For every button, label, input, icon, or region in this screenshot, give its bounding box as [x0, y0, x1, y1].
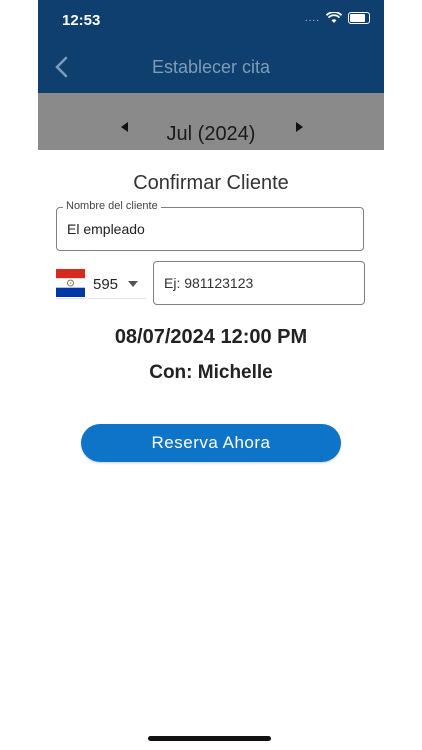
- page-title: Establecer cita: [151, 57, 271, 77]
- country-code-picker[interactable]: 595: [56, 262, 146, 299]
- month-label: Jul (2024): [166, 123, 256, 145]
- wifi-icon: [326, 12, 342, 23]
- caret-down-icon: [128, 281, 138, 287]
- battery-icon: [348, 12, 370, 24]
- paraguay-flag-icon: [56, 269, 85, 297]
- phone-placeholder: Ej: 981123123: [164, 275, 254, 291]
- appointment-datetime: 08/07/2024 12:00 PM: [114, 326, 308, 348]
- status-time: 12:53: [62, 12, 101, 29]
- header-bar: 12:53 .... Establecer cita: [38, 0, 384, 93]
- calendar-month-bar: Jul (2024): [38, 93, 384, 150]
- reserve-button[interactable]: Reserva Ahora: [81, 424, 341, 462]
- status-icons: ....: [305, 12, 370, 24]
- home-indicator: [148, 736, 271, 741]
- phone-input[interactable]: Ej: 981123123: [153, 261, 365, 305]
- status-bar: 12:53 ....: [38, 0, 384, 40]
- sheet-title: Confirmar Cliente: [133, 172, 289, 194]
- client-name-value: El empleado: [67, 221, 145, 237]
- appointment-staff: Con: Michelle: [149, 362, 273, 383]
- signal-dots: ....: [304, 12, 320, 24]
- client-name-field[interactable]: Nombre del cliente El empleado: [56, 200, 364, 251]
- app-screen: 12:53 .... Establecer cita Jul (2024) Co…: [38, 0, 384, 750]
- triangle-right-icon[interactable]: [292, 119, 306, 135]
- confirm-client-sheet: Confirmar Cliente Nombre del cliente El …: [38, 150, 384, 750]
- country-code: 595: [93, 276, 119, 293]
- client-name-label: Nombre del cliente: [63, 200, 161, 212]
